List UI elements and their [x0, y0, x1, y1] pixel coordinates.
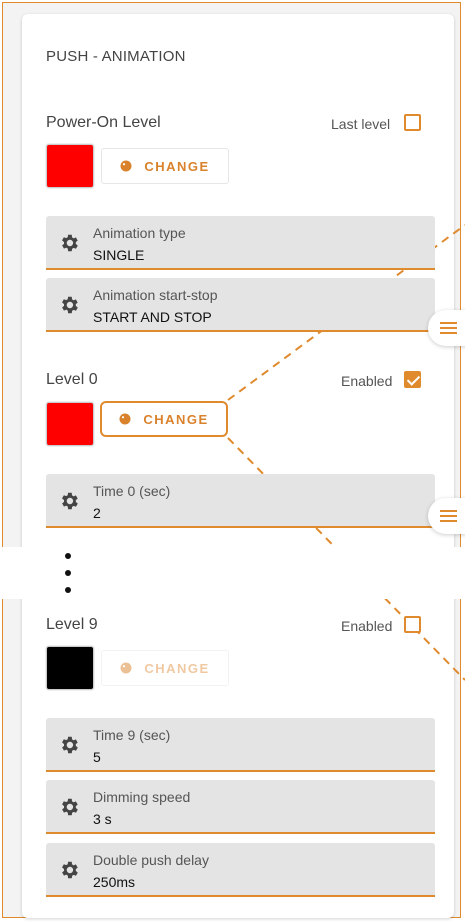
power-on-change-button[interactable]: CHANGE — [101, 148, 229, 184]
level-0-enabled-label: Enabled — [341, 373, 393, 389]
level-0-color-swatch[interactable] — [46, 402, 94, 446]
field-label: Double push delay — [93, 852, 209, 868]
time-9-field[interactable]: Time 9 (sec) 5 — [46, 718, 435, 772]
level-9-title: Level 9 — [46, 616, 98, 633]
field-value: 3 s — [93, 811, 112, 827]
field-value: 5 — [93, 749, 101, 765]
gear-icon — [62, 296, 78, 314]
animation-start-stop-field[interactable]: Animation start-stop START AND STOP — [46, 278, 435, 332]
field-value: SINGLE — [93, 247, 145, 263]
double-push-delay-field[interactable]: Double push delay 250ms — [46, 843, 435, 897]
time-0-field[interactable]: Time 0 (sec) 2 — [46, 474, 435, 528]
change-label: CHANGE — [144, 158, 210, 174]
palette-icon — [119, 413, 131, 425]
power-on-color-swatch[interactable] — [46, 144, 94, 188]
level-9-enabled-label: Enabled — [341, 618, 393, 634]
level-0-title: Level 0 — [46, 371, 98, 388]
section-title: PUSH - ANIMATION — [46, 48, 186, 65]
hamburger-menu-icon — [439, 507, 457, 525]
gear-icon — [62, 234, 78, 252]
field-value: START AND STOP — [93, 309, 212, 325]
field-label: Time 9 (sec) — [93, 727, 171, 743]
change-label: CHANGE — [144, 660, 210, 676]
last-level-label: Last level — [331, 116, 391, 132]
palette-icon — [120, 160, 132, 172]
palette-icon — [120, 662, 132, 674]
gear-icon — [62, 861, 78, 879]
gear-icon — [62, 492, 78, 510]
power-on-level-title: Power-On Level — [46, 114, 161, 131]
field-label: Dimming speed — [93, 789, 191, 805]
hamburger-menu-icon — [439, 319, 457, 337]
level-9-enabled-checkbox[interactable] — [404, 616, 421, 633]
level-0-change-button[interactable]: CHANGE — [100, 401, 228, 437]
level-9-change-button[interactable]: CHANGE — [101, 650, 229, 686]
level-0-enabled-checkbox[interactable] — [404, 371, 421, 388]
omitted-levels-separator — [0, 547, 465, 599]
gear-icon — [62, 736, 78, 754]
last-level-checkbox[interactable] — [404, 114, 421, 131]
gear-icon — [62, 798, 78, 816]
field-label: Animation type — [93, 225, 186, 241]
change-label: CHANGE — [143, 411, 209, 427]
menu-button[interactable] — [428, 498, 465, 534]
field-value: 250ms — [93, 874, 136, 890]
menu-button[interactable] — [428, 310, 465, 346]
animation-type-field[interactable]: Animation type SINGLE — [46, 216, 435, 270]
level-9-color-swatch[interactable] — [46, 646, 94, 690]
field-value: 2 — [93, 505, 101, 521]
field-label: Time 0 (sec) — [93, 483, 171, 499]
field-label: Animation start-stop — [93, 287, 218, 303]
dimming-speed-field[interactable]: Dimming speed 3 s — [46, 780, 435, 834]
